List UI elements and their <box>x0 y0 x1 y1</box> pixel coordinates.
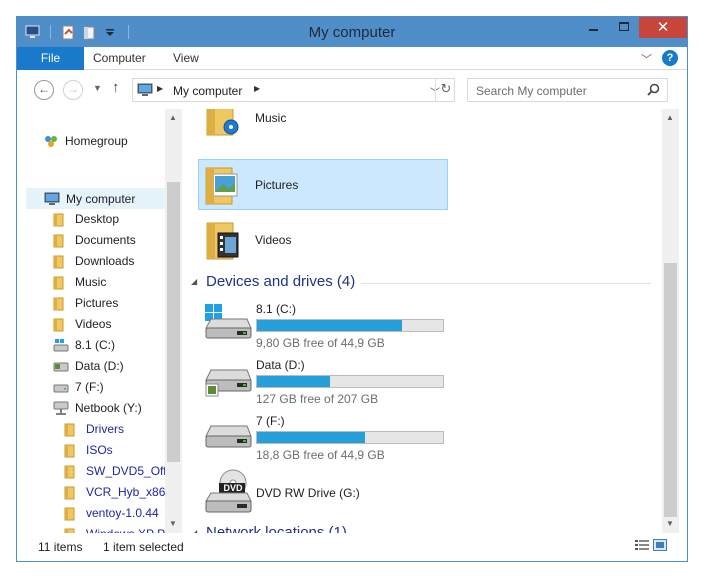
drive-c[interactable]: 8.1 (C:) 9,80 GB free of 44,9 GB <box>203 302 463 352</box>
nav-item-desktop[interactable]: Desktop <box>53 209 163 230</box>
nav-item-sw-dvd5[interactable]: SW_DVD5_Offic <box>64 461 175 482</box>
minimize-button[interactable] <box>579 17 609 38</box>
nav-item-pictures[interactable]: Pictures <box>53 293 163 314</box>
nav-item-drive-d[interactable]: Data (D:) <box>53 356 163 377</box>
nav-item-vcr-hyb[interactable]: VCR_Hyb_x86_x <box>64 482 178 503</box>
nav-item-homegroup[interactable]: Homegroup <box>43 131 163 152</box>
videos-folder-icon <box>204 219 244 266</box>
ribbon-tabs: File Computer View ﹀ ? <box>17 47 687 70</box>
navigation-pane: Homegroup My computer Desktop Documents … <box>17 109 182 533</box>
breadcrumb-separator-icon[interactable]: ▶ <box>254 84 260 93</box>
search-box[interactable]: Search My computer <box>467 78 668 102</box>
drive-icon <box>203 362 253 405</box>
search-icon[interactable] <box>647 83 660 99</box>
windows-drive-icon <box>203 302 253 345</box>
address-bar[interactable]: ▶ My computer ▶ ﹀ <box>132 78 455 102</box>
drive-usage-fill <box>257 376 330 387</box>
forward-button[interactable]: → <box>63 80 83 100</box>
drive-usage-bar <box>256 375 444 388</box>
status-bar: 11 items 1 item selected <box>17 533 687 561</box>
recent-locations-icon[interactable]: ▼ <box>93 83 102 93</box>
selection-count: 1 item selected <box>103 540 184 554</box>
nav-item-drivers[interactable]: Drivers <box>64 419 164 440</box>
drive-dvd-g[interactable]: DVD DVD RW Drive (G:) <box>203 469 463 517</box>
scroll-thumb[interactable] <box>167 182 180 462</box>
dvd-drive-icon <box>203 469 253 518</box>
drive-d[interactable]: Data (D:) 127 GB free of 207 GB <box>203 358 463 408</box>
group-divider <box>361 283 651 284</box>
folder-music[interactable]: Music <box>200 109 448 139</box>
nav-item-downloads[interactable]: Downloads <box>53 251 163 272</box>
folder-pictures[interactable]: Pictures <box>198 159 448 210</box>
computer-icon <box>137 83 153 100</box>
scroll-up-icon[interactable]: ▲ <box>666 113 674 122</box>
help-icon[interactable]: ? <box>662 50 678 66</box>
explorer-window: My computer ✕ File Computer View ﹀ ? ← →… <box>16 16 688 562</box>
large-icons-view-icon[interactable] <box>653 539 667 554</box>
window-controls: ✕ <box>579 17 687 38</box>
tab-computer[interactable]: Computer <box>93 47 146 70</box>
breadcrumb-separator-icon[interactable]: ▶ <box>157 84 163 93</box>
back-button[interactable]: ← <box>34 80 54 100</box>
navigation-bar: ← → ▼ ↑ ▶ My computer ▶ ﹀ ↻ Search My co… <box>17 71 687 109</box>
minimize-icon <box>589 29 598 31</box>
drive-f[interactable]: 7 (F:) 18,8 GB free of 44,9 GB <box>203 414 463 464</box>
nav-item-isos[interactable]: ISOs <box>64 440 164 461</box>
dvd-label: DVD <box>223 483 243 493</box>
nav-item-windows-xp[interactable]: Windows XP Pr <box>64 524 169 533</box>
nav-item-music[interactable]: Music <box>53 272 163 293</box>
close-icon: ✕ <box>656 19 670 36</box>
nav-item-ventoy[interactable]: ventoy-1.0.44 <box>64 503 164 524</box>
view-switcher <box>635 539 667 554</box>
item-count: 11 items <box>38 540 83 554</box>
nav-item-drive-f[interactable]: 7 (F:) <box>53 377 163 398</box>
tab-file[interactable]: File <box>17 47 84 70</box>
music-folder-icon <box>204 109 242 140</box>
nav-item-drive-c[interactable]: 8.1 (C:) <box>53 335 163 356</box>
content-pane: Music Pictures Videos ◢ Devices and driv… <box>183 109 661 533</box>
collapse-group-icon[interactable]: ◢ <box>191 277 197 286</box>
nav-item-videos[interactable]: Videos <box>53 314 163 335</box>
title-bar: My computer ✕ <box>17 17 687 47</box>
scroll-up-icon[interactable]: ▲ <box>169 113 177 122</box>
close-button[interactable]: ✕ <box>639 17 687 38</box>
drive-usage-fill <box>257 320 403 331</box>
expand-ribbon-icon[interactable]: ﹀ <box>641 51 652 67</box>
drive-usage-fill <box>257 432 365 443</box>
scroll-down-icon[interactable]: ▼ <box>666 519 674 528</box>
details-view-icon[interactable] <box>635 539 649 554</box>
navigation-pane-scrollbar[interactable]: ▲ ▼ <box>165 109 182 533</box>
nav-item-netbook-y[interactable]: Netbook (Y:) <box>53 398 163 419</box>
folder-videos[interactable]: Videos <box>200 215 448 267</box>
maximize-icon <box>619 22 629 31</box>
drive-usage-bar <box>256 319 444 332</box>
breadcrumb-my-computer[interactable]: My computer <box>173 84 242 98</box>
search-input[interactable]: Search My computer <box>476 84 587 98</box>
drive-icon <box>203 420 253 459</box>
homegroup-icon <box>43 134 59 156</box>
scroll-down-icon[interactable]: ▼ <box>169 519 177 528</box>
nav-item-my-computer[interactable]: My computer <box>26 188 165 209</box>
drive-usage-bar <box>256 431 444 444</box>
tab-view[interactable]: View <box>173 47 199 70</box>
group-network-locations[interactable]: ◢ Network locations (1) <box>191 524 651 533</box>
up-button[interactable]: ↑ <box>112 79 120 96</box>
maximize-button[interactable] <box>609 17 639 38</box>
scroll-thumb[interactable] <box>664 263 677 517</box>
group-devices-and-drives[interactable]: ◢ Devices and drives (4) <box>191 273 651 293</box>
refresh-button[interactable]: ↻ <box>435 79 456 101</box>
content-pane-scrollbar[interactable]: ▲ ▼ <box>662 109 679 533</box>
pictures-folder-icon <box>203 164 243 211</box>
nav-item-documents[interactable]: Documents <box>53 230 163 251</box>
